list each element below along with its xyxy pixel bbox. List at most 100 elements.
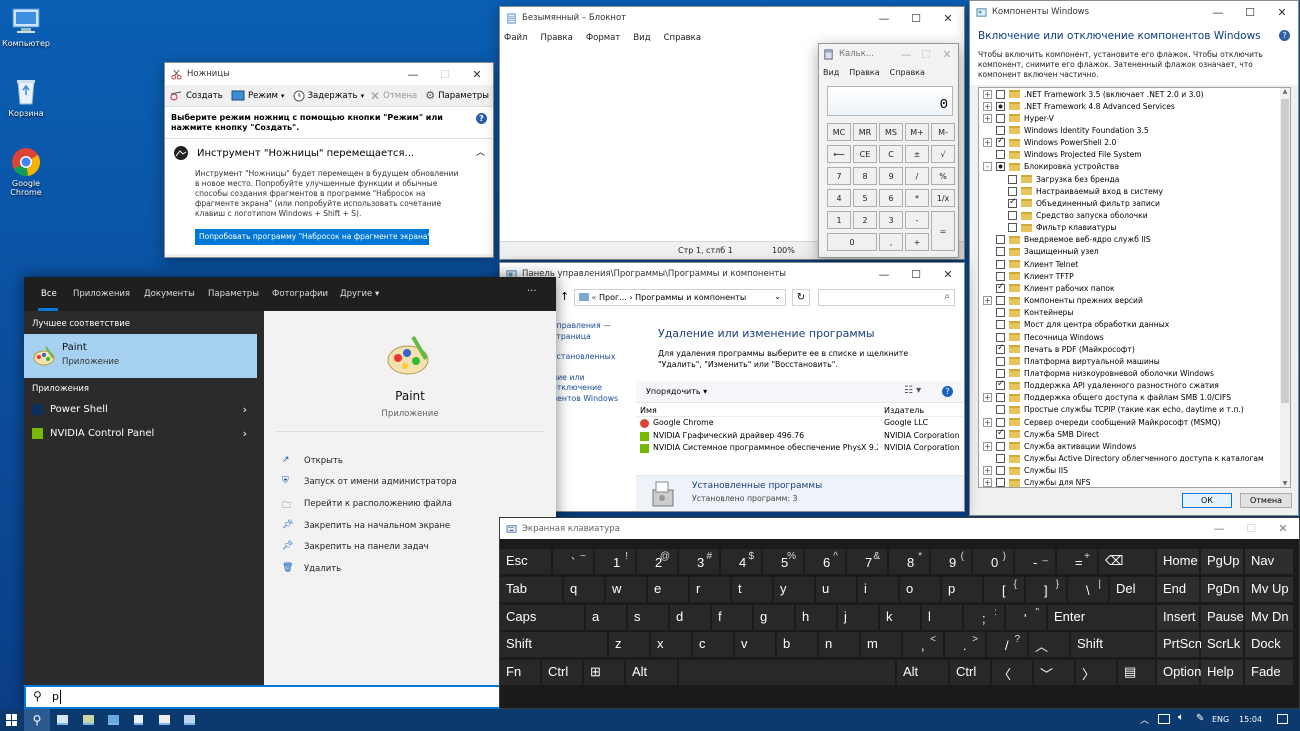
osk-key-down[interactable]: ﹀ [1034,660,1074,685]
osk-key-lshift[interactable]: Shift [500,632,607,657]
taskbar-app-control-panel-icon[interactable] [83,715,94,725]
osk-key-i[interactable]: i [858,577,898,602]
feature-item[interactable]: + .NET Framework 3.5 (включает .NET 2.0 и… [979,88,1281,100]
calc-key[interactable]: 6 [879,189,903,207]
osk-key-bsl[interactable]: | \ [1068,577,1108,602]
osk-key-w[interactable]: w [606,577,646,602]
feature-item[interactable]: + Сервер очереди сообщений Майкрософт (MS… [979,416,1281,428]
expand-toggle-icon[interactable]: + [983,441,992,451]
osk-key-win[interactable]: ⊞ [584,660,624,685]
osk-key-ralt[interactable]: Alt [897,660,948,685]
osk-key-esc[interactable]: Esc [500,549,551,574]
osk-key-mvdn[interactable]: Mv Dn [1245,605,1293,630]
feature-item[interactable]: + Windows PowerShell 2.0 [979,136,1281,149]
calc-key[interactable]: 3 [879,211,903,229]
table-row[interactable]: NVIDIA Графический драйвер 496.76 NVIDIA … [636,430,964,443]
speaker-icon[interactable]: 🔈︎ [1178,712,1184,723]
calc-key[interactable]: , [879,233,903,251]
notifications-icon[interactable] [1277,714,1288,724]
osk-key-d1[interactable]: ! 1 [595,549,635,574]
osk-key-rbr[interactable]: }] [1026,577,1066,602]
feature-checkbox[interactable] [996,428,1005,439]
osk-key-pause[interactable]: Pause [1201,605,1244,630]
feature-checkbox[interactable] [1008,223,1017,233]
calc-key[interactable]: √ [931,145,955,163]
pen-icon[interactable]: ✎ [1196,713,1204,724]
feature-item[interactable]: + Поддержка общего доступа к файлам SMB 1… [979,392,1281,404]
expand-toggle-icon[interactable]: + [983,89,992,99]
tab-settings[interactable]: Параметры [208,289,259,299]
osk-key-d3[interactable]: #3 [679,549,719,574]
tab-all[interactable]: Все [41,289,57,299]
close-icon[interactable]: ✕ [1267,518,1299,539]
tab-apps[interactable]: Приложения [73,289,130,299]
feature-checkbox[interactable] [996,478,1005,487]
refresh-icon[interactable]: ↻ [792,289,810,306]
osk-key-d9[interactable]: (9 [931,549,971,574]
feature-item[interactable]: Печать в PDF (Майкрософт) [979,343,1281,355]
osk-key-fn[interactable]: Fn [500,660,540,685]
feature-checkbox[interactable] [996,343,1005,354]
close-icon[interactable]: ✕ [936,44,958,64]
osk-key-options[interactable]: Options [1157,660,1208,685]
osk-key-a[interactable]: a [586,605,626,630]
feature-checkbox[interactable] [996,282,1005,293]
cancel-button[interactable]: Отмена [1240,493,1292,508]
feature-item[interactable]: Внедряемое веб-ядро служб IIS [979,234,1281,246]
feature-checkbox[interactable] [1008,211,1017,220]
osk-key-enter[interactable]: Enter [1048,605,1155,630]
osk-key-f[interactable]: f [712,605,752,630]
expand-toggle-icon[interactable]: + [983,466,992,476]
table-row[interactable]: NVIDIA Системное программное обеспечение… [636,442,964,455]
clock[interactable]: 15:04 [1239,715,1262,724]
feature-checkbox[interactable] [996,417,1005,427]
osk-key-lalt[interactable]: Alt [626,660,677,685]
close-icon[interactable]: ✕ [1266,1,1298,23]
osk-key-u[interactable]: u [816,577,856,602]
feature-checkbox[interactable] [996,454,1005,463]
feature-item[interactable]: + .NET Framework 4.8 Advanced Services [979,100,1281,112]
feature-item[interactable]: Средство запуска оболочки [979,210,1281,222]
feature-checkbox[interactable] [996,113,1005,123]
feature-item[interactable]: Клиент Telnet [979,258,1281,270]
expand-toggle-icon[interactable]: + [983,417,992,427]
feature-item[interactable]: + Службы для NFS [979,477,1281,487]
calc-key[interactable]: * [905,189,929,207]
feature-item[interactable]: Мост для центра обработки данных [979,319,1281,331]
maximize-icon[interactable]: ☐ [1234,1,1266,23]
chevron-right-icon[interactable]: › [243,427,247,440]
osk-key-left[interactable]: 〈 [992,660,1032,685]
taskbar-app-notepad-icon[interactable] [134,715,143,725]
calc-key[interactable]: 1 [827,211,851,229]
osk-key-fade[interactable]: Fade [1245,660,1293,685]
sidebar-link-home[interactable]: управления — страница [552,321,632,342]
calc-key[interactable]: ⟵ [827,145,851,163]
calc-key[interactable]: - [905,211,929,229]
feature-item[interactable]: + Hyper-V [979,112,1281,124]
help-icon[interactable]: ? [942,386,953,397]
osk-key-x[interactable]: x [651,632,691,657]
osk-key-q[interactable]: q [564,577,604,602]
maximize-icon[interactable]: ☐ [1235,518,1267,539]
osk-key-insert[interactable]: Insert [1157,605,1199,630]
feature-item[interactable]: Загрузка без бренда [979,173,1281,185]
menu-view[interactable]: Вид [823,68,839,77]
menu-help[interactable]: Справка [664,33,701,43]
chevron-right-icon[interactable]: › [243,403,247,416]
osk-key-d7[interactable]: & 7 [847,549,887,574]
feature-checkbox[interactable] [996,405,1005,415]
collapse-icon[interactable]: ︿ [476,145,485,158]
col-name[interactable]: Имя [640,406,657,415]
feature-checkbox[interactable] [996,101,1005,111]
calc-key[interactable]: 2 [853,211,877,229]
calc-key[interactable]: + [905,233,929,251]
osk-key-up[interactable]: ︿ [1029,632,1069,657]
feature-item[interactable]: Фильтр клавиатуры [979,222,1281,234]
tab-photos[interactable]: Фотографии [272,289,328,299]
keyboard-language[interactable]: ENG [1212,715,1229,724]
feature-item[interactable]: Платформа виртуальной машины [979,355,1281,367]
desktop-icon-chrome[interactable]: Google Chrome [0,146,56,197]
delay-button[interactable]: Задержать ▾ [293,90,364,102]
feature-item[interactable]: Клиент рабочих папок [979,282,1281,294]
osk-key-d8[interactable]: * 8 [889,549,929,574]
